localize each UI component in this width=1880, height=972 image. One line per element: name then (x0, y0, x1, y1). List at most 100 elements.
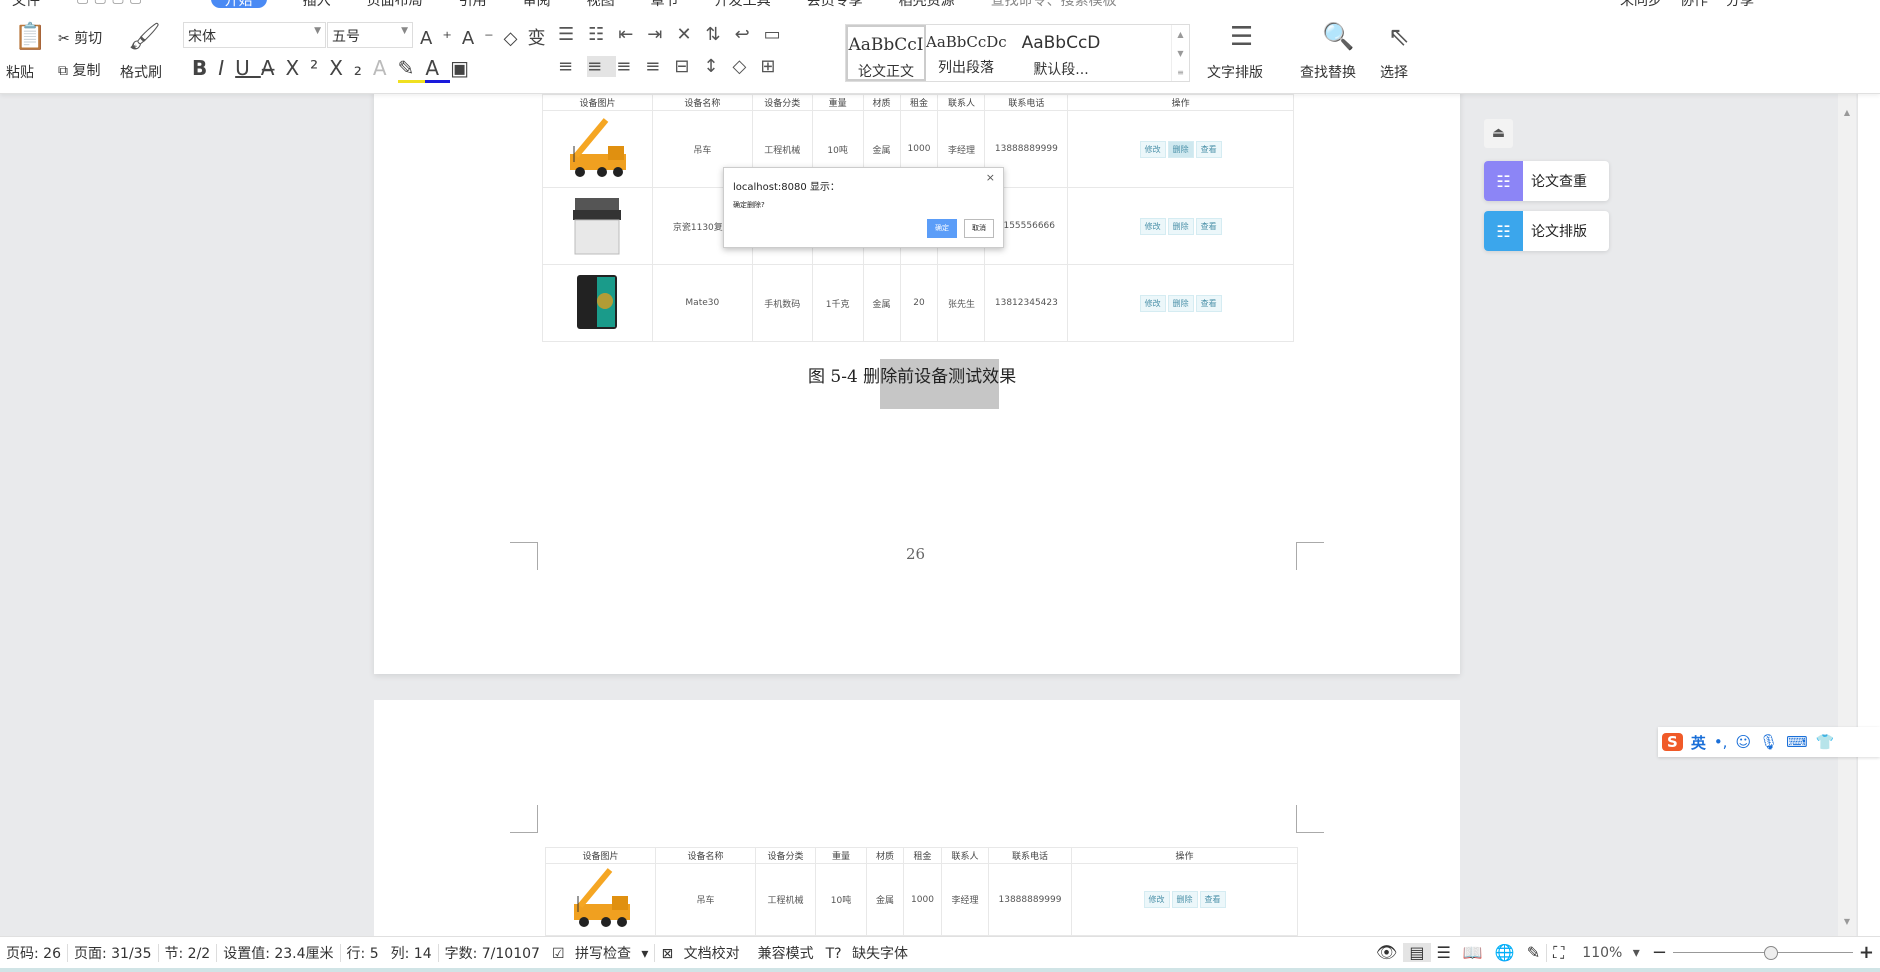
tab-references[interactable]: 引用 (459, 0, 487, 9)
cell-material: 金属 (866, 863, 904, 936)
microphone-icon[interactable]: 🎙 (1759, 733, 1778, 751)
status-page[interactable]: 页码: 26 (0, 943, 67, 963)
phone-image (577, 274, 618, 329)
edit-button[interactable]: 修改 (1139, 217, 1166, 235)
cell-phone: 13888889999 (988, 863, 1072, 936)
paper-check-button[interactable]: ☷ 论文查重 (1484, 161, 1609, 201)
status-col[interactable]: 列: 14 (385, 943, 438, 963)
outline-view-icon[interactable]: ☰ (1431, 943, 1457, 962)
quick-access-icons[interactable]: ▢ ▢ ▢ ▢ ↶ ↷ (76, 0, 175, 8)
right-toolbar[interactable] (1857, 94, 1880, 936)
pen-icon[interactable]: ✎ (1521, 943, 1546, 962)
tab-layout[interactable]: 页面布局 (367, 0, 423, 9)
column-header: 租金 (903, 847, 942, 864)
fit-icon[interactable]: ⛶ (1547, 943, 1570, 963)
command-search[interactable]: 查找命令、搜索模板 (991, 0, 1117, 9)
select-button[interactable]: 选择 (1380, 62, 1408, 82)
tab-resources[interactable]: 稻壳资源 (899, 0, 955, 9)
paste-icon[interactable]: 📋 (14, 24, 46, 50)
missing-font-button[interactable]: T? 缺失字体 (820, 943, 920, 963)
style-item[interactable]: AaBbCcI 论文正文 (846, 25, 926, 81)
tab-insert[interactable]: 插入 (303, 0, 331, 9)
column-header: 设备分类 (755, 847, 816, 864)
delete-button[interactable]: 删除 (1167, 217, 1194, 235)
emoji-icon[interactable]: ☺ (1735, 733, 1751, 751)
collapse-icon[interactable]: ⏏ (1484, 119, 1513, 148)
reading-view-icon[interactable]: 📖 (1457, 943, 1489, 962)
paste-button[interactable]: 粘贴 (6, 62, 34, 82)
ime-lang[interactable]: 英 (1691, 732, 1706, 753)
status-row[interactable]: 行: 5 (341, 943, 385, 963)
shirt-icon[interactable]: 👕 (1816, 733, 1835, 751)
cursor-icon[interactable]: ⇖ (1388, 24, 1410, 50)
status-pages[interactable]: 页面: 31/35 (68, 943, 158, 963)
document-search-icon: ☷ (1484, 161, 1523, 201)
vertical-scrollbar[interactable]: ▲ ▼ (1838, 94, 1856, 936)
punctuation-icon[interactable]: •, (1714, 733, 1728, 751)
collaborate-button[interactable]: 协作 (1680, 0, 1708, 10)
spell-check-button[interactable]: ☑ 拼写检查 ▾ (546, 943, 655, 963)
font-size-select[interactable]: 五号 ▼ (327, 22, 413, 48)
page-view-icon[interactable]: ▤ (1403, 943, 1431, 962)
style-gallery-scroll[interactable]: ▲ ▼ ≡ (1171, 25, 1189, 81)
cancel-button[interactable]: 取消 (964, 219, 994, 238)
text-layout-button[interactable]: 文字排版 (1207, 62, 1263, 82)
dialog-title: localhost:8080 显示： (733, 182, 840, 193)
format-painter-button[interactable]: 格式刷 (120, 62, 162, 82)
find-replace-button[interactable]: 查找替换 (1300, 62, 1356, 82)
style-item[interactable]: AaBbCcDc 列出段落 (926, 25, 1006, 81)
column-header: 联系电话 (984, 94, 1069, 111)
share-button[interactable]: 分享 (1726, 0, 1754, 10)
search-icon[interactable]: 🔍 (1322, 24, 1354, 50)
font-size-tools[interactable]: A⁺A⁻◇变 (420, 24, 555, 50)
tab-member[interactable]: 会员专享 (807, 0, 863, 9)
scroll-down-icon[interactable]: ▼ (1838, 917, 1856, 926)
delete-button[interactable]: 删除 (1171, 891, 1198, 908)
view-button[interactable]: 查看 (1199, 891, 1226, 908)
tab-developer[interactable]: 开发工具 (715, 0, 771, 9)
copy-button[interactable]: ⧉ 复制 (58, 60, 100, 80)
status-section[interactable]: 节: 2/2 (159, 943, 217, 963)
close-icon[interactable]: × (986, 171, 995, 184)
tab-review[interactable]: 审阅 (523, 0, 551, 9)
zoom-level[interactable]: 110% ▾ (1570, 945, 1646, 961)
web-view-icon[interactable]: 🌐 (1489, 943, 1521, 962)
delete-button[interactable]: 删除 (1167, 140, 1194, 158)
status-words[interactable]: 字数: 7/10107 (439, 943, 546, 963)
paper-layout-button[interactable]: ☷ 论文排版 (1484, 211, 1609, 251)
zoom-slider[interactable] (1672, 945, 1853, 960)
tab-section[interactable]: 章节 (651, 0, 679, 9)
view-button[interactable]: 查看 (1195, 294, 1222, 312)
proofread-button[interactable]: ⊠ 文档校对 (655, 943, 751, 963)
tab-view[interactable]: 视图 (587, 0, 615, 9)
status-setting[interactable]: 设置值: 23.4厘米 (217, 943, 339, 963)
font-family-select[interactable]: 宋体 ▼ (183, 22, 326, 48)
cut-button[interactable]: ✂ 剪切 (58, 28, 102, 48)
font-format-tools[interactable]: BIUA̶X²X₂A✎A▣ (192, 56, 480, 83)
ime-toolbar[interactable]: S 英 •, ☺ 🎙 ⌨ 👕 (1658, 727, 1880, 757)
view-button[interactable]: 查看 (1195, 217, 1222, 235)
eye-icon[interactable]: 👁 (1370, 943, 1404, 963)
tab-file[interactable]: 文件 (12, 0, 40, 9)
delete-button[interactable]: 删除 (1167, 294, 1194, 312)
zoom-in-button[interactable]: + (1853, 942, 1880, 963)
view-button[interactable]: 查看 (1195, 140, 1222, 158)
edit-button[interactable]: 修改 (1143, 891, 1170, 908)
edit-button[interactable]: 修改 (1139, 140, 1166, 158)
table-row: Mate30 手机数码 1千克 金属 20 张先生 13812345423 修改 删除 查看 (542, 264, 1294, 342)
tab-home[interactable]: 开始 (210, 0, 267, 9)
brush-icon[interactable]: 🖌 (128, 24, 161, 50)
style-gallery[interactable]: AaBbCcI 论文正文 AaBbCcDc 列出段落 AaBbCcD 默认段... ▲… (845, 24, 1190, 82)
keyboard-icon[interactable]: ⌨ (1786, 733, 1808, 751)
zoom-out-button[interactable]: − (1646, 942, 1673, 963)
style-item[interactable]: AaBbCcD 默认段... (1006, 25, 1116, 81)
ok-button[interactable]: 确定 (927, 219, 957, 238)
paragraph-tools-1[interactable]: ☰☷⇤⇥✕⇅↩▭ (558, 24, 795, 45)
scroll-up-icon[interactable]: ▲ (1838, 108, 1856, 117)
column-header: 材质 (862, 94, 901, 111)
cell-contact: 张先生 (937, 264, 986, 342)
text-layout-icon[interactable]: ☰ (1230, 24, 1253, 50)
edit-button[interactable]: 修改 (1139, 294, 1166, 312)
paragraph-tools-2[interactable]: ≡≡≡≡⊟↕◇⊞ (558, 56, 789, 77)
sync-status[interactable]: 未同步 (1620, 0, 1662, 10)
